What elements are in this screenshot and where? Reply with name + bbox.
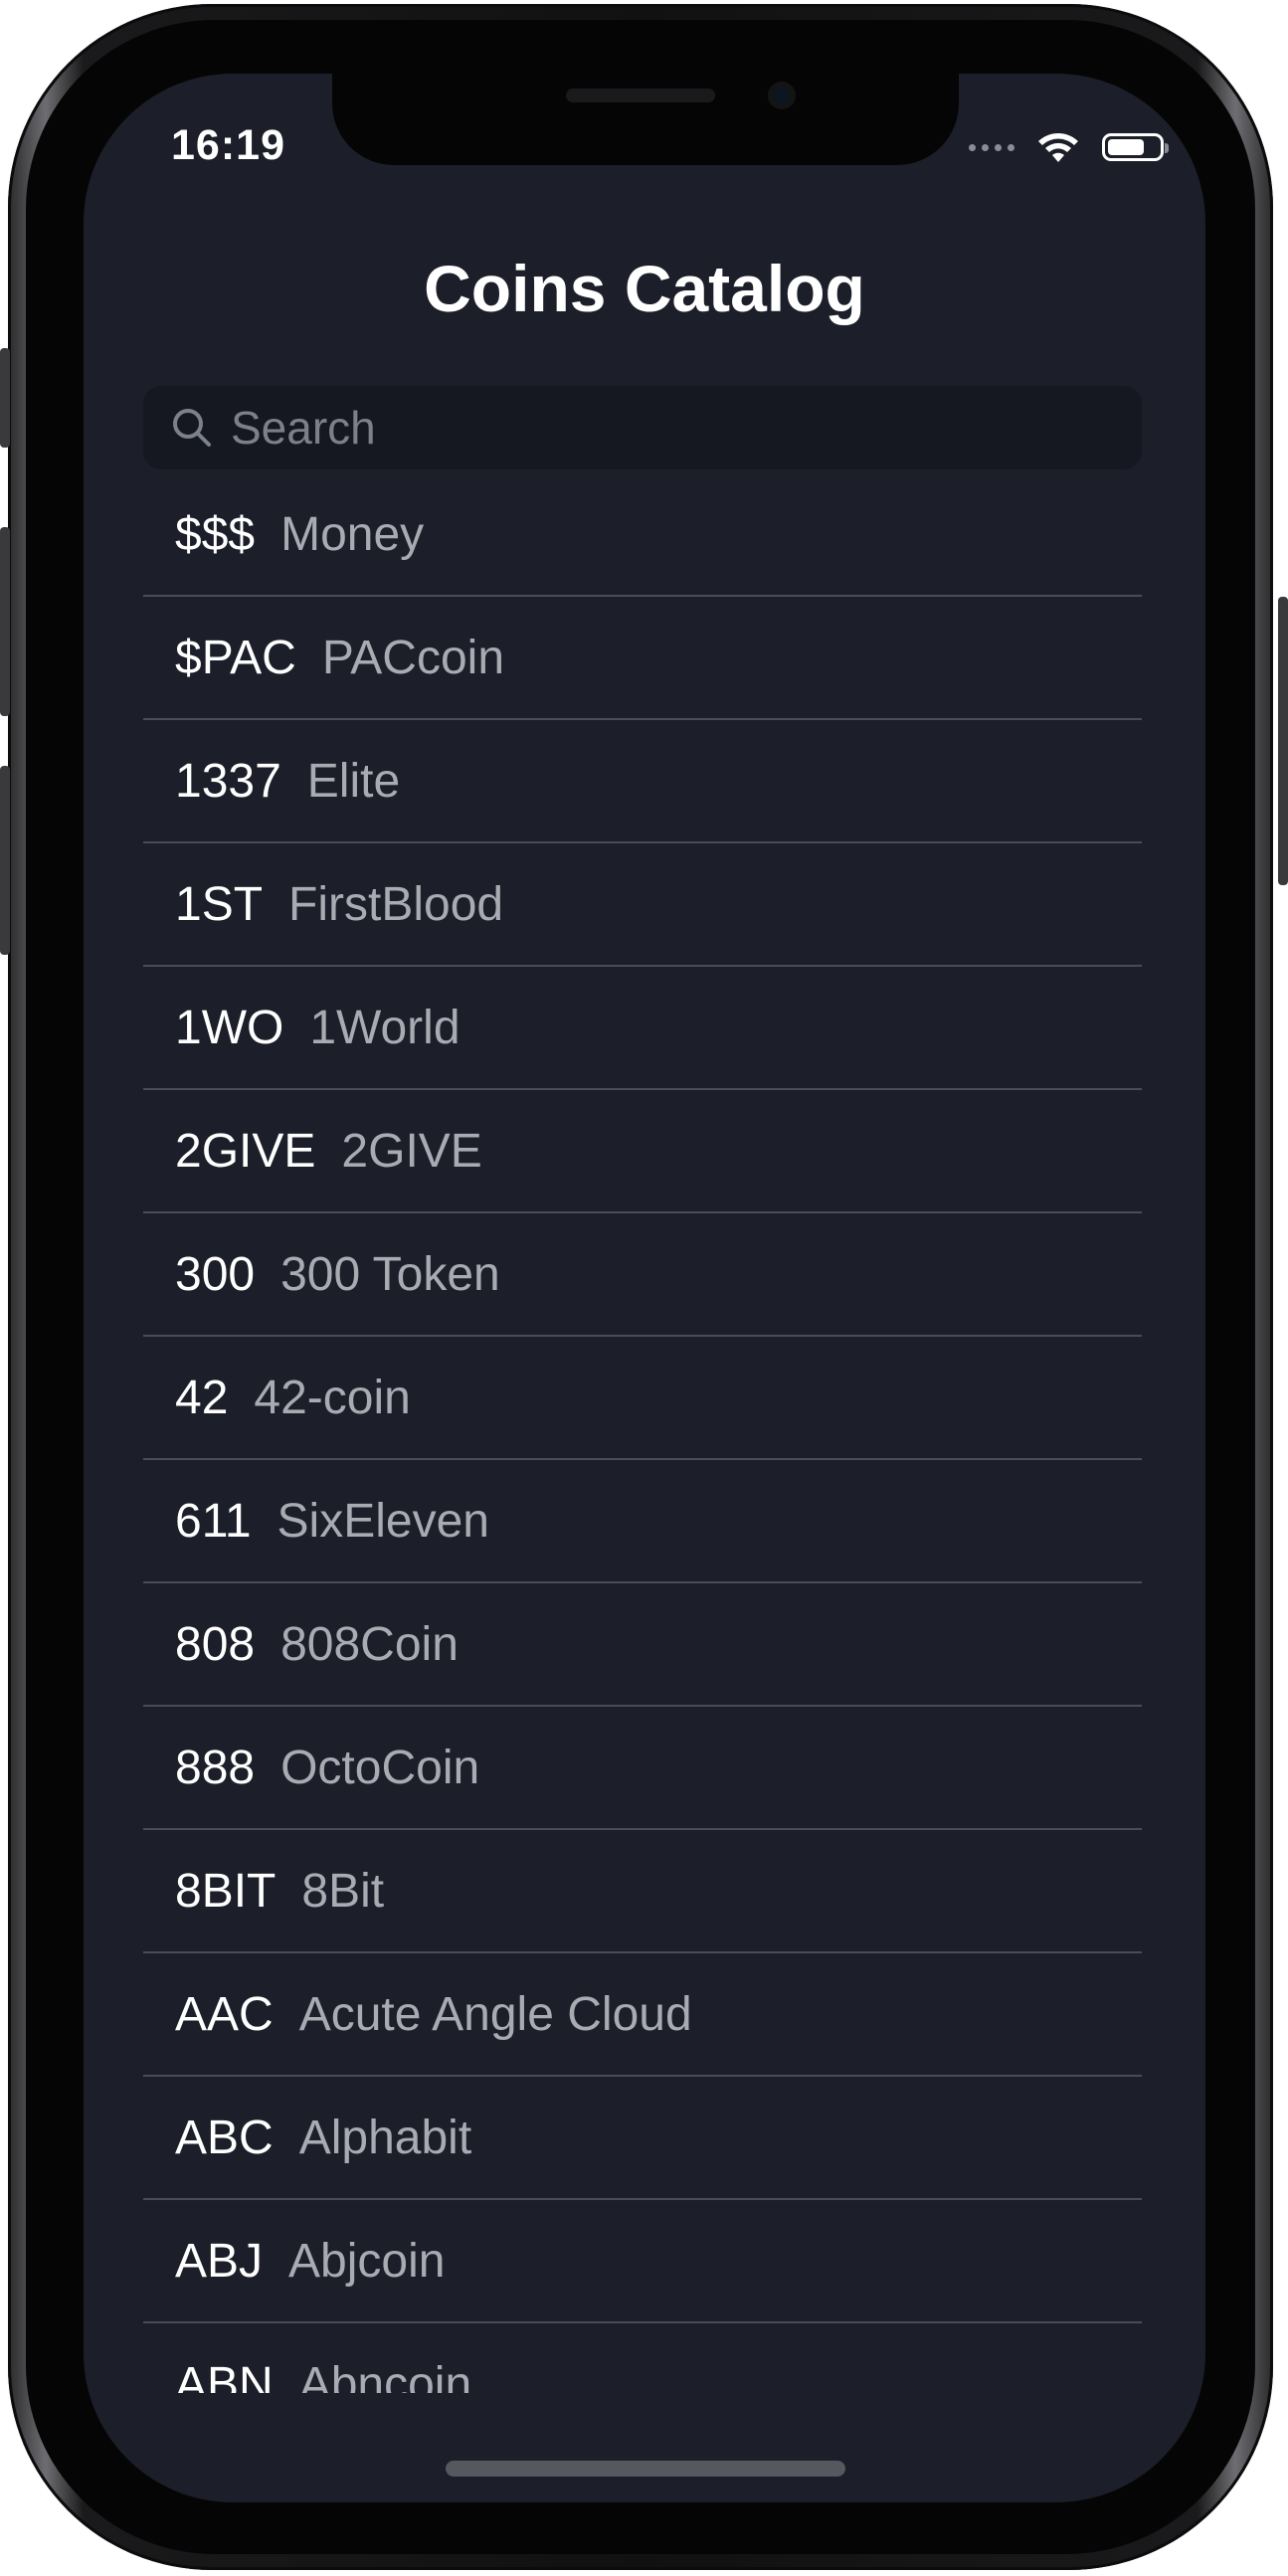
list-item[interactable]: 300 300 Token (143, 1213, 1142, 1337)
list-item[interactable]: ABN Abncoin (143, 2323, 1142, 2394)
coin-name: 42-coin (254, 1371, 411, 1424)
coin-symbol: ABJ (175, 2234, 264, 2288)
coin-name: FirstBlood (288, 877, 504, 931)
coin-symbol: $PAC (175, 631, 296, 684)
coin-symbol: 1WO (175, 1001, 284, 1054)
coin-name: 1World (309, 1001, 460, 1054)
list-item[interactable]: $$$ Money (143, 473, 1142, 597)
list-item[interactable]: 8BIT 8Bit (143, 1830, 1142, 1953)
mute-switch (0, 348, 10, 448)
coin-symbol: ABC (175, 2111, 274, 2164)
search-icon (173, 409, 211, 447)
list-item[interactable]: 1ST FirstBlood (143, 843, 1142, 967)
coin-list[interactable]: $$$ Money $PAC PACcoin 1337 Elite 1ST FirstBloo… (143, 473, 1142, 2393)
battery-icon (1102, 133, 1169, 161)
list-item[interactable]: 2GIVE 2GIVE (143, 1090, 1142, 1213)
coin-name: Alphabit (298, 2111, 472, 2164)
search-input[interactable] (229, 400, 1088, 456)
coin-name: Abncoin (298, 2357, 472, 2394)
coin-name: Money (280, 507, 425, 561)
speaker-grille (566, 89, 715, 102)
coin-name: 300 Token (280, 1247, 500, 1301)
home-indicator[interactable] (446, 2461, 845, 2477)
coin-symbol: 1337 (175, 754, 281, 808)
coin-name: 2GIVE (341, 1124, 482, 1178)
coin-symbol: ABN (175, 2357, 274, 2394)
coin-symbol: 8BIT (175, 1864, 276, 1918)
coin-symbol: 42 (175, 1371, 229, 1424)
coin-symbol: 808 (175, 1617, 256, 1671)
app-screen: 16:19 Coins Catalog $$$ Money $PAC PACcoin 1… (84, 74, 1205, 2502)
wifi-icon (1038, 133, 1078, 162)
list-item[interactable]: 808 808Coin (143, 1583, 1142, 1707)
coin-symbol: 300 (175, 1247, 256, 1301)
coin-symbol: 1ST (175, 877, 264, 931)
list-item[interactable]: AAC Acute Angle Cloud (143, 1953, 1142, 2077)
list-item[interactable]: ABC Alphabit (143, 2077, 1142, 2200)
coin-symbol: 611 (175, 1494, 252, 1548)
status-time: 16:19 (171, 121, 285, 169)
list-item[interactable]: 1WO 1World (143, 967, 1142, 1090)
search-bar[interactable] (143, 386, 1142, 469)
coin-name: Elite (306, 754, 401, 808)
list-item[interactable]: 611 SixEleven (143, 1460, 1142, 1583)
volume-down-button (0, 766, 10, 955)
power-button (1278, 597, 1288, 885)
coin-symbol: 2GIVE (175, 1124, 316, 1178)
coin-name: OctoCoin (280, 1741, 480, 1794)
coin-name: 808Coin (280, 1617, 459, 1671)
list-item[interactable]: 42 42-coin (143, 1337, 1142, 1460)
notch (332, 74, 959, 165)
coin-name: PACcoin (321, 631, 505, 684)
coin-symbol: 888 (175, 1741, 256, 1794)
list-item[interactable]: $PAC PACcoin (143, 597, 1142, 720)
list-item[interactable]: 1337 Elite (143, 720, 1142, 843)
list-item[interactable]: 888 OctoCoin (143, 1707, 1142, 1830)
coin-symbol: AAC (175, 1987, 274, 2041)
coin-name: 8Bit (301, 1864, 385, 1918)
list-item[interactable]: ABJ Abjcoin (143, 2200, 1142, 2323)
volume-up-button (0, 527, 10, 716)
coin-symbol: $$$ (175, 507, 256, 561)
page-title: Coins Catalog (424, 252, 865, 325)
signal-dots-icon (969, 143, 1014, 151)
coin-name: Abjcoin (288, 2234, 446, 2288)
status-icons (969, 127, 1169, 167)
front-camera (768, 82, 796, 109)
coin-name: SixEleven (276, 1494, 489, 1548)
coin-name: Acute Angle Cloud (298, 1987, 692, 2041)
